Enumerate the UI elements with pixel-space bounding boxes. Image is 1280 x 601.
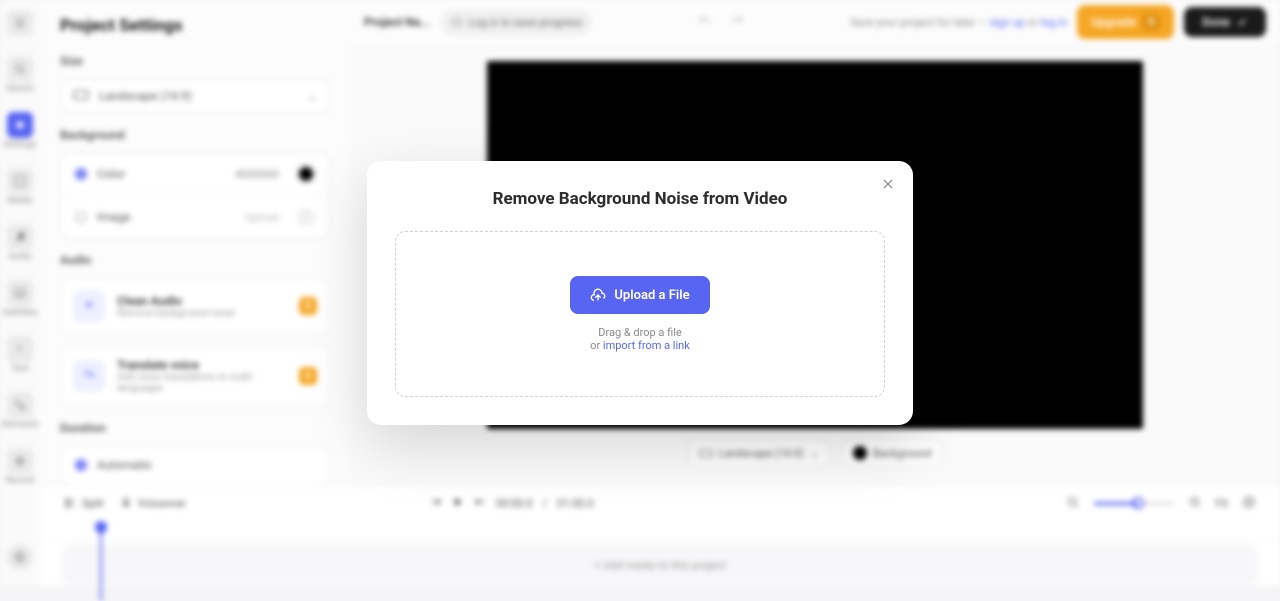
import-text: or import from a link: [590, 339, 690, 352]
drag-drop-text: Drag & drop a file: [598, 326, 682, 339]
cloud-upload-icon: [590, 287, 606, 303]
dropzone[interactable]: Upload a File Drag & drop a file or impo…: [395, 231, 885, 397]
upload-file-button[interactable]: Upload a File: [570, 276, 709, 314]
upload-btn-label: Upload a File: [614, 288, 689, 303]
modal-overlay: Remove Background Noise from Video Uploa…: [0, 0, 1280, 586]
upload-modal: Remove Background Noise from Video Uploa…: [367, 161, 913, 425]
import-link[interactable]: import from a link: [603, 339, 690, 352]
close-icon: [881, 177, 895, 191]
modal-title: Remove Background Noise from Video: [395, 189, 885, 209]
close-button[interactable]: [881, 177, 895, 194]
